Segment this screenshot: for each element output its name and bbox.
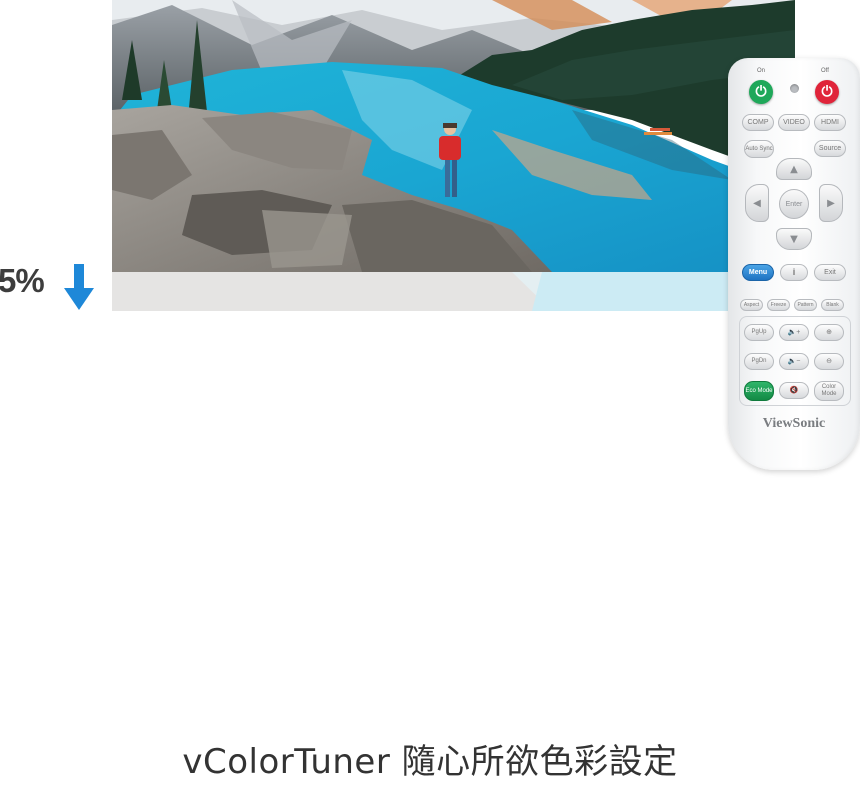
chevron-right-icon: ▶ bbox=[827, 197, 835, 209]
info-button[interactable]: i bbox=[780, 264, 808, 281]
color-mode-button[interactable]: Color Mode bbox=[814, 381, 844, 401]
zoom-in-button[interactable]: ⊕ bbox=[814, 324, 844, 341]
menu-button[interactable]: Menu bbox=[742, 264, 774, 281]
volume-up-icon: 🔈+ bbox=[787, 329, 801, 336]
zoom-in-icon: ⊕ bbox=[826, 329, 832, 336]
zoom-out-button[interactable]: ⊖ bbox=[814, 353, 844, 370]
chevron-up-icon: ▲ bbox=[790, 163, 798, 175]
video-button[interactable]: VIDEO bbox=[778, 114, 810, 131]
exit-button[interactable]: Exit bbox=[814, 264, 846, 281]
mute-icon: 🔇 bbox=[789, 387, 799, 394]
right-button[interactable]: ▶ bbox=[819, 184, 843, 222]
down-button[interactable]: ▼ bbox=[776, 228, 812, 250]
blank-button[interactable]: Blank bbox=[821, 299, 844, 311]
power-icon: ⏻ bbox=[755, 84, 767, 100]
pattern-button[interactable]: Pattern bbox=[794, 299, 817, 311]
pgdn-button[interactable]: PgDn bbox=[744, 353, 774, 370]
freeze-button[interactable]: Freeze bbox=[767, 299, 790, 311]
aspect-button[interactable]: Aspect bbox=[740, 299, 763, 311]
zoom-out-icon: ⊖ bbox=[826, 358, 832, 365]
enter-button[interactable]: Enter bbox=[779, 189, 809, 219]
volume-up-button[interactable]: 🔈+ bbox=[779, 324, 809, 341]
status-led bbox=[790, 84, 799, 93]
pgup-button[interactable]: PgUp bbox=[744, 324, 774, 341]
chevron-down-icon: ▼ bbox=[790, 233, 798, 245]
landscape-photo bbox=[112, 0, 795, 272]
auto-sync-button[interactable]: Auto Sync bbox=[744, 140, 774, 158]
hdmi-button[interactable]: HDMI bbox=[814, 114, 846, 131]
power-on-caption: On bbox=[757, 68, 766, 74]
power-off-button[interactable]: ⏻ bbox=[815, 80, 839, 104]
volume-down-icon: 🔈− bbox=[787, 358, 801, 365]
chevron-left-icon: ◀ bbox=[753, 197, 761, 209]
source-button[interactable]: Source bbox=[814, 140, 846, 157]
brand-logo: ViewSonic bbox=[762, 416, 826, 431]
mute-button[interactable]: 🔇 bbox=[779, 382, 809, 399]
remote-control: On Off ⏻ ⏻ COMP VIDEO HDMI Auto Sync Sou… bbox=[728, 58, 860, 470]
feature-caption: vColorTuner 隨心所欲色彩設定 bbox=[182, 742, 678, 782]
power-on-button[interactable]: ⏻ bbox=[749, 80, 773, 104]
up-button[interactable]: ▲ bbox=[776, 158, 812, 180]
left-button[interactable]: ◀ bbox=[745, 184, 769, 222]
comp-button[interactable]: COMP bbox=[742, 114, 774, 131]
arrow-down-icon bbox=[64, 264, 94, 310]
brightness-change-value: 5% bbox=[0, 262, 45, 299]
photo-reflection bbox=[112, 272, 795, 311]
power-off-caption: Off bbox=[821, 68, 829, 74]
eco-mode-button[interactable]: Eco Mode bbox=[744, 381, 774, 401]
volume-down-button[interactable]: 🔈− bbox=[779, 353, 809, 370]
power-icon: ⏻ bbox=[821, 84, 833, 100]
